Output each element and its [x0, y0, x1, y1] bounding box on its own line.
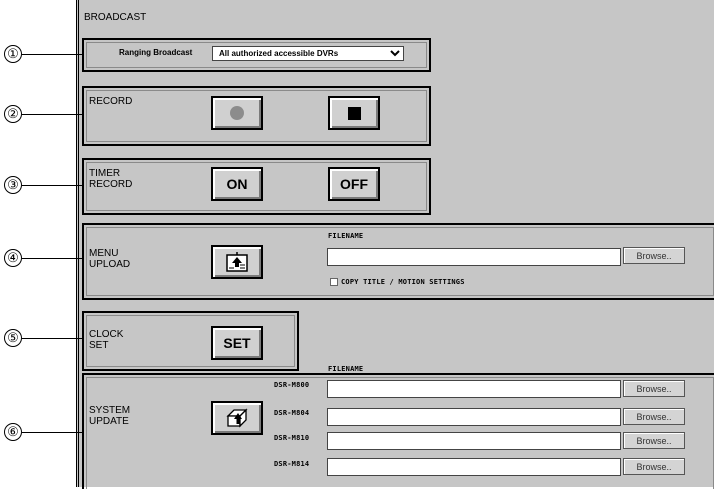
copy-settings-checkbox[interactable] — [330, 278, 338, 286]
timer-record-label-line1: TIMER — [89, 168, 121, 179]
system-update-model-label: DSR-M800 — [274, 381, 310, 389]
system-update-browse-button[interactable]: Browse.. — [623, 380, 685, 397]
menu-upload-label-line2: UPLOAD — [89, 259, 131, 270]
panel-border-left — [76, 0, 77, 487]
menu-upload-label-line1: MENU — [89, 248, 119, 259]
system-update-model-label: DSR-M804 — [274, 409, 310, 417]
record-circle-icon — [230, 106, 244, 120]
timer-on-button[interactable]: ON — [211, 167, 263, 201]
clock-set-label-line1: CLOCK — [89, 329, 124, 340]
system-update-browse-button[interactable]: Browse.. — [623, 408, 685, 425]
clock-set-label-line2: SET — [89, 340, 109, 351]
system-update-model-label: DSR-M810 — [274, 434, 310, 442]
stop-square-icon — [347, 106, 361, 120]
menu-upload-filename-input[interactable] — [327, 248, 621, 266]
callout-5-leader — [22, 338, 82, 339]
system-update-browse-button[interactable]: Browse.. — [623, 432, 685, 449]
record-stop-button[interactable] — [328, 96, 380, 130]
system-update-icon — [226, 408, 248, 428]
ranging-broadcast-label: Ranging Broadcast — [119, 48, 193, 57]
menu-upload-filename-header: FILENAME — [328, 232, 364, 240]
callout-6: ⑥ — [4, 423, 22, 441]
callout-2: ② — [4, 105, 22, 123]
clock-set-button[interactable]: SET — [211, 326, 263, 360]
callout-6-leader — [22, 432, 82, 433]
clock-set-section — [82, 311, 299, 371]
record-start-button[interactable] — [211, 96, 263, 130]
callout-1: ① — [4, 45, 22, 63]
system-update-filename-input[interactable] — [327, 380, 621, 398]
menu-upload-browse-button[interactable]: Browse.. — [623, 247, 685, 264]
system-update-model-label: DSR-M814 — [274, 460, 310, 468]
page-title: BROADCAST — [84, 12, 147, 23]
system-update-filename-input[interactable] — [327, 432, 621, 450]
system-update-browse-button[interactable]: Browse.. — [623, 458, 685, 475]
system-update-filename-input[interactable] — [327, 408, 621, 426]
timer-record-label-line2: RECORD — [89, 179, 133, 190]
callout-4-leader — [22, 258, 82, 259]
copy-settings-label: COPY TITLE / MOTION SETTINGS — [341, 278, 465, 286]
system-update-filename-input[interactable] — [327, 458, 621, 476]
system-update-filename-header: FILENAME — [328, 365, 364, 373]
callout-3: ③ — [4, 176, 22, 194]
menu-upload-icon — [226, 252, 248, 272]
timer-off-button[interactable]: OFF — [328, 167, 380, 201]
ranging-broadcast-select[interactable]: All authorized accessible DVRs — [212, 46, 404, 61]
menu-upload-button[interactable] — [211, 245, 263, 279]
system-update-button[interactable] — [211, 401, 263, 435]
panel-border-left-inner — [78, 0, 79, 487]
callout-1-leader — [22, 54, 82, 55]
callout-5: ⑤ — [4, 329, 22, 347]
callout-3-leader — [22, 185, 82, 186]
callout-2-leader — [22, 114, 82, 115]
callout-4: ④ — [4, 249, 22, 267]
system-update-label-line2: UPDATE — [89, 416, 129, 427]
record-label: RECORD — [89, 96, 133, 107]
system-update-label-line1: SYSTEM — [89, 405, 131, 416]
